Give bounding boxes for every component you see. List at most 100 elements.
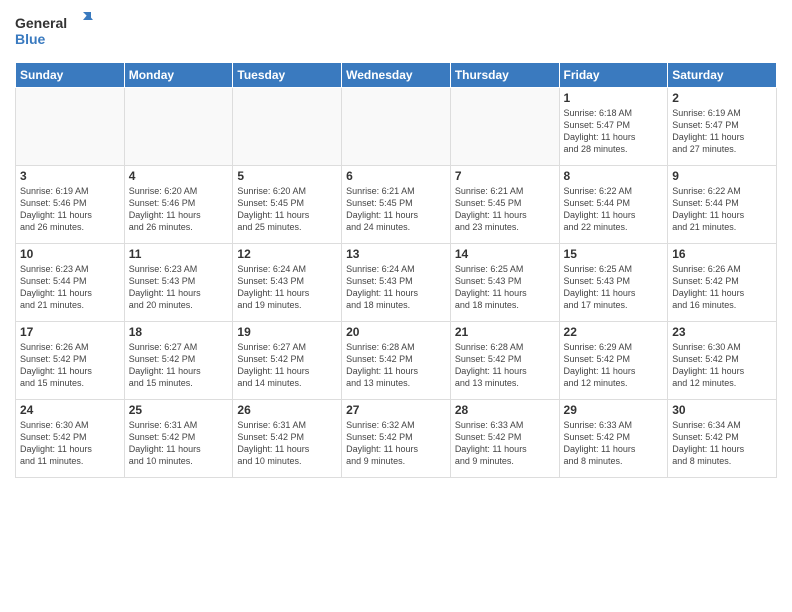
calendar-cell: 5 Sunrise: 6:20 AM Sunset: 5:45 PM Daylig…	[233, 166, 342, 244]
day-number: 1	[564, 91, 664, 105]
calendar-week-row: 24 Sunrise: 6:30 AM Sunset: 5:42 PM Dayli…	[16, 400, 777, 478]
calendar-cell: 17 Sunrise: 6:26 AM Sunset: 5:42 PM Dayli…	[16, 322, 125, 400]
calendar-cell	[233, 88, 342, 166]
day-number: 14	[455, 247, 555, 261]
day-detail: Sunrise: 6:19 AM Sunset: 5:47 PM Dayligh…	[672, 107, 772, 156]
svg-text:Blue: Blue	[15, 31, 46, 47]
col-header-thursday: Thursday	[450, 63, 559, 88]
day-detail: Sunrise: 6:22 AM Sunset: 5:44 PM Dayligh…	[564, 185, 664, 234]
calendar-cell	[342, 88, 451, 166]
day-detail: Sunrise: 6:32 AM Sunset: 5:42 PM Dayligh…	[346, 419, 446, 468]
calendar-cell: 20 Sunrise: 6:28 AM Sunset: 5:42 PM Dayli…	[342, 322, 451, 400]
day-number: 5	[237, 169, 337, 183]
calendar-cell: 11 Sunrise: 6:23 AM Sunset: 5:43 PM Dayli…	[124, 244, 233, 322]
day-number: 18	[129, 325, 229, 339]
day-number: 2	[672, 91, 772, 105]
day-number: 20	[346, 325, 446, 339]
day-number: 15	[564, 247, 664, 261]
day-number: 12	[237, 247, 337, 261]
day-detail: Sunrise: 6:24 AM Sunset: 5:43 PM Dayligh…	[237, 263, 337, 312]
day-detail: Sunrise: 6:18 AM Sunset: 5:47 PM Dayligh…	[564, 107, 664, 156]
day-number: 24	[20, 403, 120, 417]
day-detail: Sunrise: 6:27 AM Sunset: 5:42 PM Dayligh…	[237, 341, 337, 390]
day-detail: Sunrise: 6:25 AM Sunset: 5:43 PM Dayligh…	[564, 263, 664, 312]
calendar-cell: 16 Sunrise: 6:26 AM Sunset: 5:42 PM Dayli…	[668, 244, 777, 322]
day-detail: Sunrise: 6:22 AM Sunset: 5:44 PM Dayligh…	[672, 185, 772, 234]
calendar-cell: 21 Sunrise: 6:28 AM Sunset: 5:42 PM Dayli…	[450, 322, 559, 400]
calendar-week-row: 3 Sunrise: 6:19 AM Sunset: 5:46 PM Daylig…	[16, 166, 777, 244]
calendar-cell	[16, 88, 125, 166]
day-detail: Sunrise: 6:30 AM Sunset: 5:42 PM Dayligh…	[672, 341, 772, 390]
svg-text:General: General	[15, 15, 67, 31]
calendar-cell: 8 Sunrise: 6:22 AM Sunset: 5:44 PM Daylig…	[559, 166, 668, 244]
col-header-saturday: Saturday	[668, 63, 777, 88]
calendar-cell: 2 Sunrise: 6:19 AM Sunset: 5:47 PM Daylig…	[668, 88, 777, 166]
day-detail: Sunrise: 6:31 AM Sunset: 5:42 PM Dayligh…	[237, 419, 337, 468]
day-number: 13	[346, 247, 446, 261]
day-detail: Sunrise: 6:21 AM Sunset: 5:45 PM Dayligh…	[455, 185, 555, 234]
col-header-friday: Friday	[559, 63, 668, 88]
day-detail: Sunrise: 6:29 AM Sunset: 5:42 PM Dayligh…	[564, 341, 664, 390]
calendar-cell: 29 Sunrise: 6:33 AM Sunset: 5:42 PM Dayli…	[559, 400, 668, 478]
calendar-cell: 18 Sunrise: 6:27 AM Sunset: 5:42 PM Dayli…	[124, 322, 233, 400]
day-number: 11	[129, 247, 229, 261]
calendar-cell: 3 Sunrise: 6:19 AM Sunset: 5:46 PM Daylig…	[16, 166, 125, 244]
day-number: 21	[455, 325, 555, 339]
day-detail: Sunrise: 6:24 AM Sunset: 5:43 PM Dayligh…	[346, 263, 446, 312]
day-number: 16	[672, 247, 772, 261]
calendar-cell: 13 Sunrise: 6:24 AM Sunset: 5:43 PM Dayli…	[342, 244, 451, 322]
day-detail: Sunrise: 6:23 AM Sunset: 5:44 PM Dayligh…	[20, 263, 120, 312]
page-container: General Blue SundayMondayTuesdayWednesda…	[0, 0, 792, 488]
day-number: 29	[564, 403, 664, 417]
calendar-cell: 15 Sunrise: 6:25 AM Sunset: 5:43 PM Dayli…	[559, 244, 668, 322]
day-detail: Sunrise: 6:20 AM Sunset: 5:45 PM Dayligh…	[237, 185, 337, 234]
calendar-cell: 19 Sunrise: 6:27 AM Sunset: 5:42 PM Dayli…	[233, 322, 342, 400]
calendar-table: SundayMondayTuesdayWednesdayThursdayFrid…	[15, 62, 777, 478]
calendar-cell: 24 Sunrise: 6:30 AM Sunset: 5:42 PM Dayli…	[16, 400, 125, 478]
day-detail: Sunrise: 6:25 AM Sunset: 5:43 PM Dayligh…	[455, 263, 555, 312]
day-number: 17	[20, 325, 120, 339]
day-number: 25	[129, 403, 229, 417]
day-number: 8	[564, 169, 664, 183]
day-number: 28	[455, 403, 555, 417]
day-detail: Sunrise: 6:27 AM Sunset: 5:42 PM Dayligh…	[129, 341, 229, 390]
day-number: 30	[672, 403, 772, 417]
calendar-cell: 12 Sunrise: 6:24 AM Sunset: 5:43 PM Dayli…	[233, 244, 342, 322]
day-detail: Sunrise: 6:23 AM Sunset: 5:43 PM Dayligh…	[129, 263, 229, 312]
calendar-header-row: SundayMondayTuesdayWednesdayThursdayFrid…	[16, 63, 777, 88]
calendar-cell: 28 Sunrise: 6:33 AM Sunset: 5:42 PM Dayli…	[450, 400, 559, 478]
day-number: 22	[564, 325, 664, 339]
calendar-cell: 26 Sunrise: 6:31 AM Sunset: 5:42 PM Dayli…	[233, 400, 342, 478]
calendar-cell: 30 Sunrise: 6:34 AM Sunset: 5:42 PM Dayli…	[668, 400, 777, 478]
day-number: 3	[20, 169, 120, 183]
day-number: 19	[237, 325, 337, 339]
calendar-cell: 4Sunrise: 6:20 AM Sunset: 5:46 PM Daylig…	[124, 166, 233, 244]
day-number: 6	[346, 169, 446, 183]
calendar-cell: 25Sunrise: 6:31 AM Sunset: 5:42 PM Dayli…	[124, 400, 233, 478]
day-detail: Sunrise: 6:34 AM Sunset: 5:42 PM Dayligh…	[672, 419, 772, 468]
col-header-tuesday: Tuesday	[233, 63, 342, 88]
day-detail: Sunrise: 6:26 AM Sunset: 5:42 PM Dayligh…	[20, 341, 120, 390]
calendar-cell: 1 Sunrise: 6:18 AM Sunset: 5:47 PM Daylig…	[559, 88, 668, 166]
day-detail: Sunrise: 6:26 AM Sunset: 5:42 PM Dayligh…	[672, 263, 772, 312]
calendar-cell: 6 Sunrise: 6:21 AM Sunset: 5:45 PM Daylig…	[342, 166, 451, 244]
calendar-cell	[124, 88, 233, 166]
calendar-cell: 27Sunrise: 6:32 AM Sunset: 5:42 PM Dayli…	[342, 400, 451, 478]
day-detail: Sunrise: 6:30 AM Sunset: 5:42 PM Dayligh…	[20, 419, 120, 468]
day-detail: Sunrise: 6:21 AM Sunset: 5:45 PM Dayligh…	[346, 185, 446, 234]
calendar-week-row: 17 Sunrise: 6:26 AM Sunset: 5:42 PM Dayli…	[16, 322, 777, 400]
calendar-cell: 10Sunrise: 6:23 AM Sunset: 5:44 PM Dayli…	[16, 244, 125, 322]
calendar-cell: 14 Sunrise: 6:25 AM Sunset: 5:43 PM Dayli…	[450, 244, 559, 322]
day-detail: Sunrise: 6:33 AM Sunset: 5:42 PM Dayligh…	[564, 419, 664, 468]
calendar-cell: 7 Sunrise: 6:21 AM Sunset: 5:45 PM Daylig…	[450, 166, 559, 244]
logo: General Blue	[15, 10, 95, 54]
day-detail: Sunrise: 6:28 AM Sunset: 5:42 PM Dayligh…	[346, 341, 446, 390]
day-number: 7	[455, 169, 555, 183]
day-detail: Sunrise: 6:33 AM Sunset: 5:42 PM Dayligh…	[455, 419, 555, 468]
day-detail: Sunrise: 6:19 AM Sunset: 5:46 PM Dayligh…	[20, 185, 120, 234]
day-number: 26	[237, 403, 337, 417]
day-detail: Sunrise: 6:28 AM Sunset: 5:42 PM Dayligh…	[455, 341, 555, 390]
day-number: 23	[672, 325, 772, 339]
day-detail: Sunrise: 6:20 AM Sunset: 5:46 PM Dayligh…	[129, 185, 229, 234]
calendar-cell: 23 Sunrise: 6:30 AM Sunset: 5:42 PM Dayli…	[668, 322, 777, 400]
